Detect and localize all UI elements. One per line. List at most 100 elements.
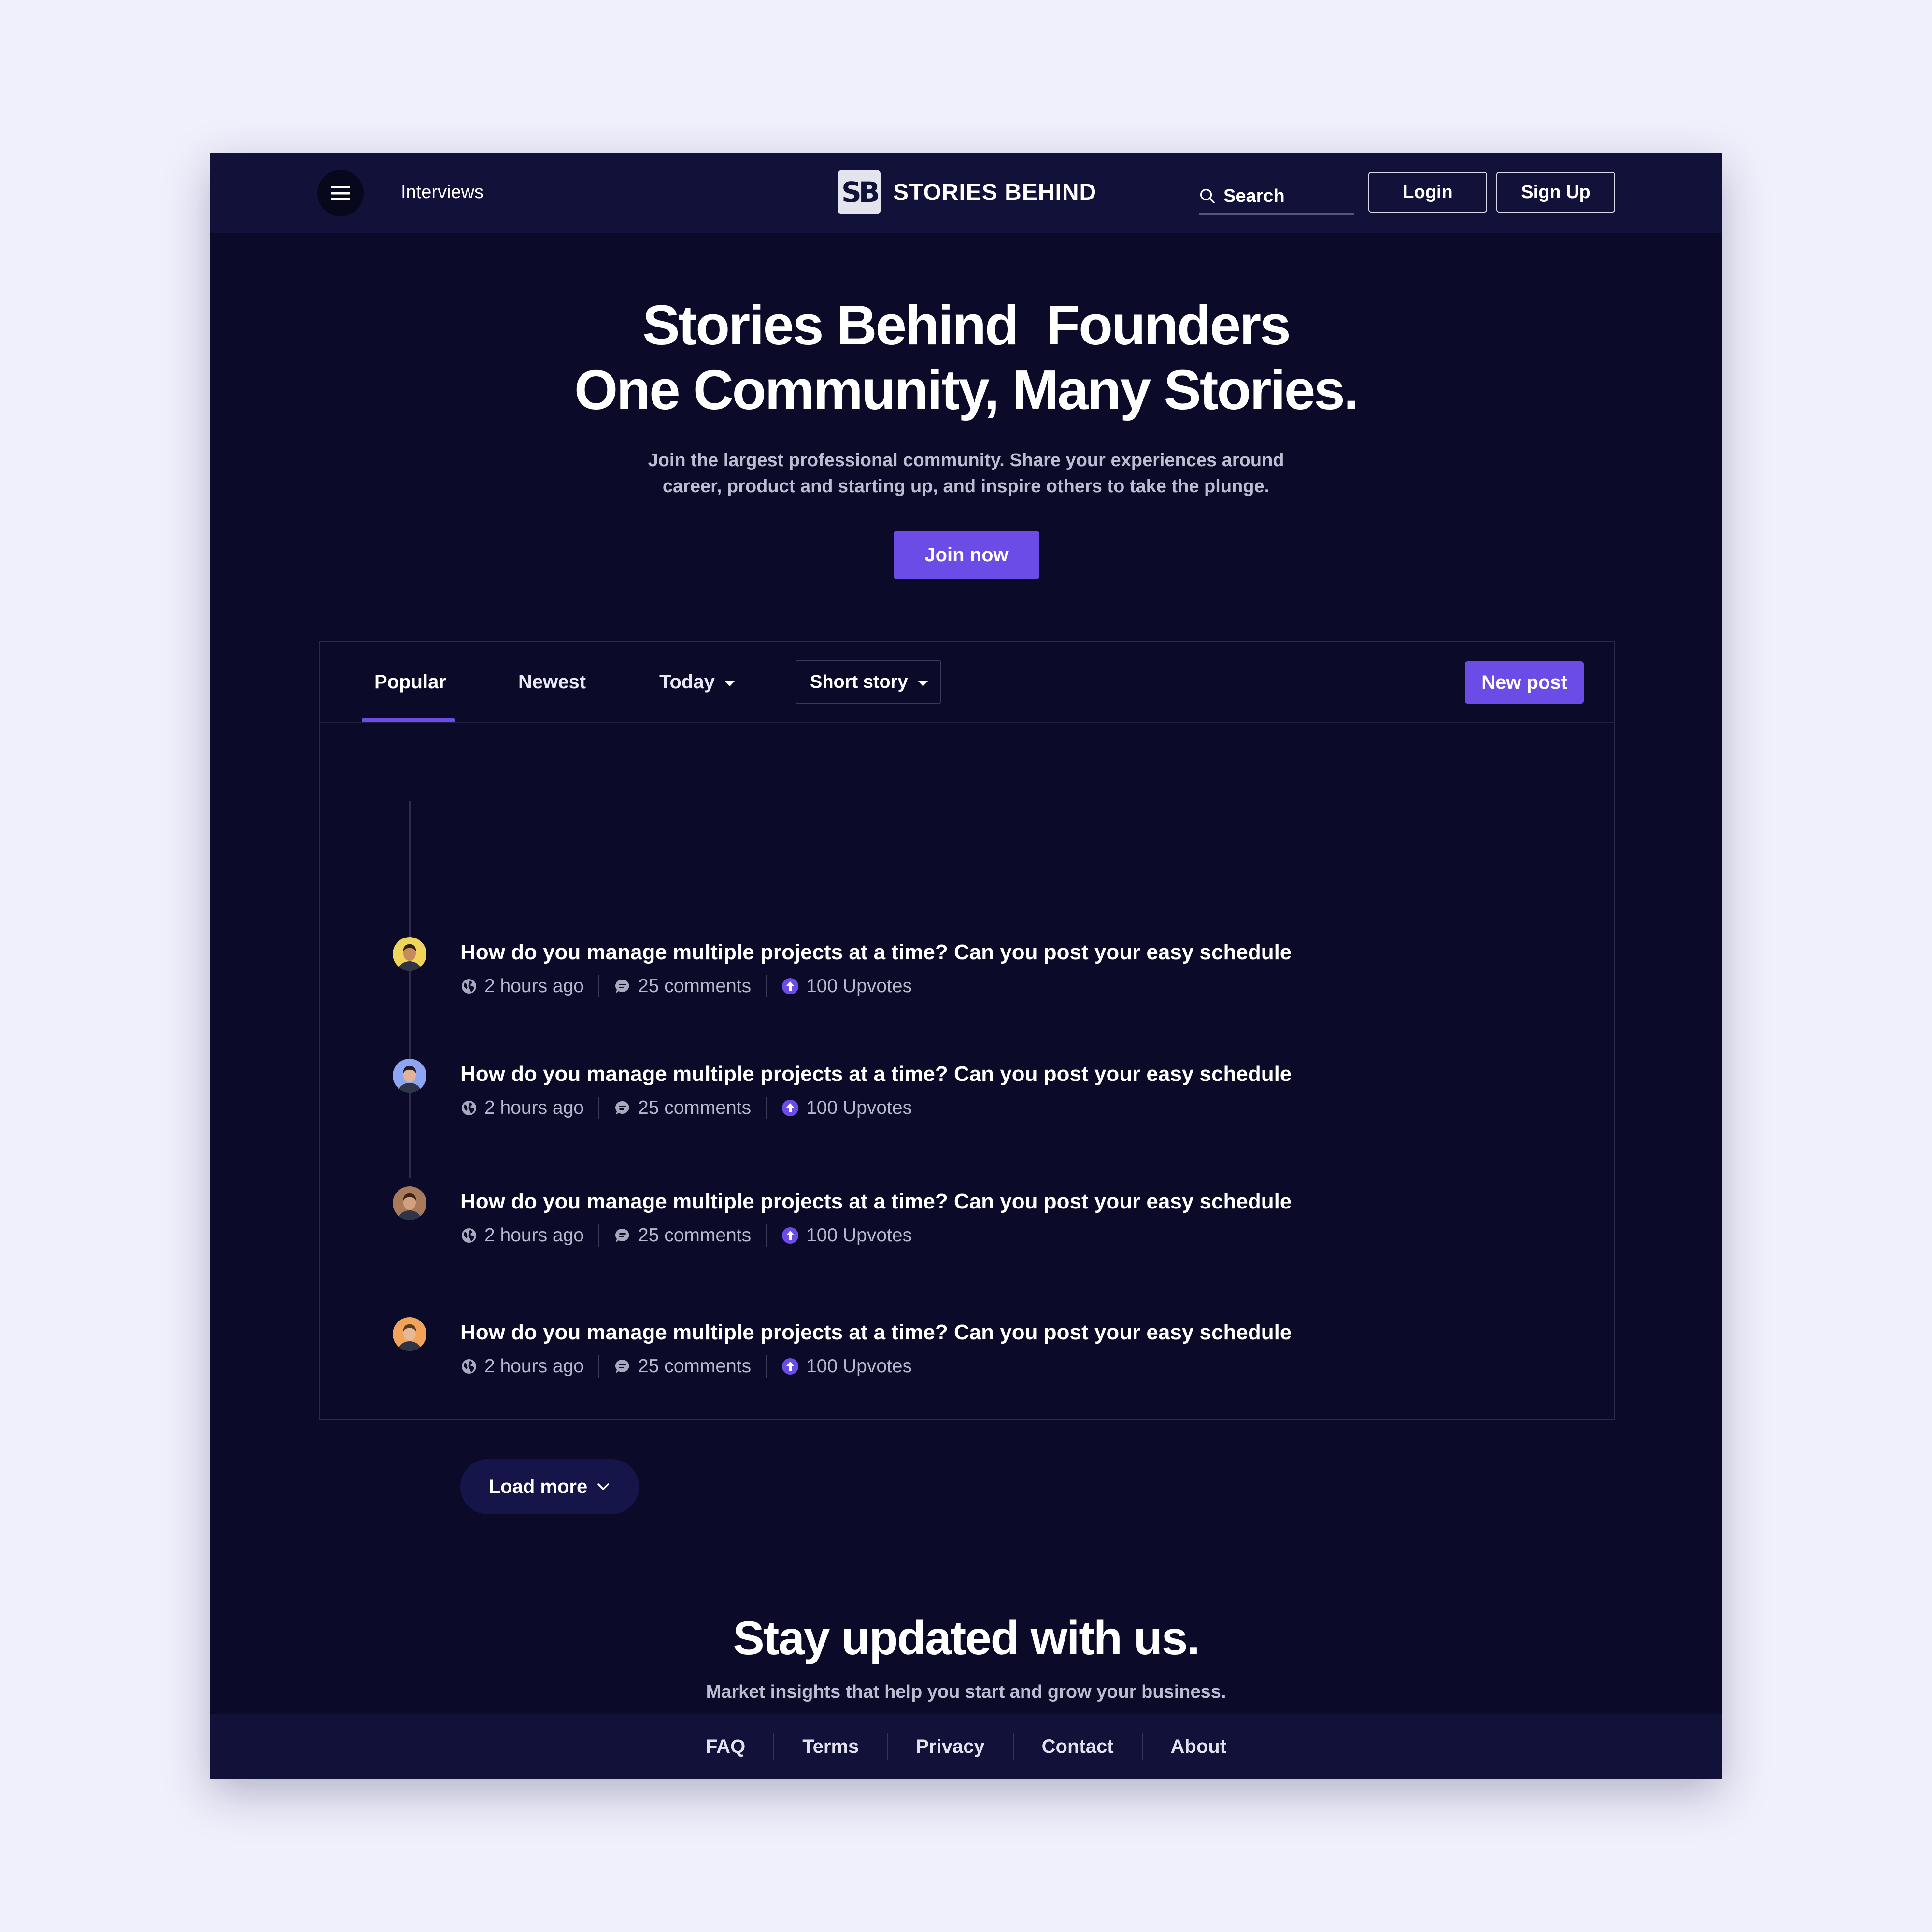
- tab-today-label: Today: [659, 671, 715, 693]
- upvote-arrow-icon: [782, 978, 799, 994]
- post-title[interactable]: How do you manage multiple projects at a…: [460, 1059, 1292, 1090]
- post-time-label: 2 hours ago: [484, 1356, 584, 1377]
- post-upvotes[interactable]: 100 Upvotes: [781, 1225, 912, 1246]
- post-title[interactable]: How do you manage multiple projects at a…: [460, 1317, 1292, 1348]
- post-comments[interactable]: 25 comments: [614, 1356, 751, 1377]
- post-time: 2 hours ago: [460, 1225, 584, 1246]
- post-upvotes-label: 100 Upvotes: [806, 1225, 912, 1246]
- tab-popular[interactable]: Popular: [374, 666, 446, 698]
- footer-divider: [773, 1733, 775, 1760]
- top-navbar: Interviews SB STORIES BEHIND Search Logi…: [210, 153, 1722, 233]
- meta-divider: [598, 1097, 599, 1119]
- avatar[interactable]: [393, 1317, 426, 1351]
- search-icon: [1200, 188, 1215, 203]
- comment-icon: [615, 1228, 629, 1242]
- hero-subtitle-line-2: career, product and starting up, and ins…: [662, 476, 1270, 497]
- post-meta: 2 hours ago 25 comments 100 Upvotes: [460, 973, 912, 1000]
- join-now-button[interactable]: Join now: [894, 531, 1039, 579]
- tab-newest[interactable]: Newest: [518, 666, 586, 698]
- brand-name: STORIES BEHIND: [893, 179, 1097, 205]
- post-item: How do you manage multiple projects at a…: [320, 1059, 1614, 1136]
- app-window: Interviews SB STORIES BEHIND Search Logi…: [210, 153, 1722, 1779]
- user-avatar-icon: [393, 1317, 426, 1351]
- avatar[interactable]: [393, 1059, 426, 1093]
- hero-title-line-2: One Community, Many Stories.: [574, 358, 1359, 421]
- footer-link-privacy[interactable]: Privacy: [916, 1736, 984, 1758]
- tab-today[interactable]: Today: [659, 666, 735, 698]
- post-upvotes[interactable]: 100 Upvotes: [781, 1097, 912, 1119]
- comment-icon: [615, 1101, 629, 1115]
- story-type-select[interactable]: Short story: [796, 660, 941, 704]
- avatar[interactable]: [393, 1186, 426, 1220]
- post-comments-label: 25 comments: [638, 1225, 752, 1246]
- load-more-label: Load more: [488, 1476, 588, 1497]
- meta-divider: [766, 1097, 767, 1119]
- comment-icon: [615, 979, 629, 993]
- active-tab-indicator: [362, 718, 455, 722]
- post-comments[interactable]: 25 comments: [614, 1225, 751, 1246]
- posts-panel: Popular Newest Today Short story New pos…: [319, 641, 1615, 1514]
- post-comments-label: 25 comments: [638, 1097, 752, 1118]
- search-label: Search: [1223, 185, 1285, 206]
- user-avatar-icon: [393, 1186, 426, 1220]
- meta-divider: [598, 1355, 599, 1378]
- login-button[interactable]: Login: [1368, 172, 1487, 213]
- post-upvotes[interactable]: 100 Upvotes: [781, 1356, 912, 1377]
- post-time-label: 2 hours ago: [484, 976, 584, 996]
- meta-divider: [766, 1355, 767, 1378]
- brand[interactable]: SB STORIES BEHIND: [838, 169, 1096, 215]
- hero-subtitle-line-1: Join the largest professional community.…: [648, 450, 1284, 470]
- post-title[interactable]: How do you manage multiple projects at a…: [460, 937, 1292, 968]
- signup-button[interactable]: Sign Up: [1496, 172, 1615, 213]
- meta-divider: [766, 1224, 767, 1247]
- footer-link-contact[interactable]: Contact: [1042, 1736, 1114, 1758]
- footer-divider: [1141, 1733, 1143, 1760]
- caret-down-icon: [917, 681, 928, 686]
- post-item: How do you manage multiple projects at a…: [320, 937, 1614, 1014]
- footer-divider: [887, 1733, 888, 1760]
- footer-link-terms[interactable]: Terms: [802, 1736, 859, 1758]
- footer-divider: [1012, 1733, 1014, 1760]
- feed-tabbar: Popular Newest Today Short story New pos…: [320, 642, 1614, 723]
- post-upvotes-label: 100 Upvotes: [806, 1356, 912, 1377]
- globe-icon: [462, 1359, 476, 1374]
- post-item: How do you manage multiple projects at a…: [320, 1186, 1614, 1264]
- hero-subtitle: Join the largest professional community.…: [597, 447, 1335, 499]
- post-time: 2 hours ago: [460, 1097, 584, 1119]
- nav-link-interviews[interactable]: Interviews: [401, 178, 483, 207]
- hamburger-menu-icon: [331, 186, 350, 200]
- post-time: 2 hours ago: [460, 1356, 584, 1377]
- newsletter-subtitle: Market insights that help you start and …: [706, 1682, 1226, 1702]
- hero-title-line-1: Stories Behind Founders: [642, 294, 1291, 356]
- meta-divider: [766, 975, 767, 997]
- post-title[interactable]: How do you manage multiple projects at a…: [460, 1186, 1292, 1217]
- post-comments[interactable]: 25 comments: [614, 1097, 751, 1119]
- globe-icon: [462, 979, 476, 994]
- meta-divider: [598, 975, 599, 997]
- footer-link-about[interactable]: About: [1171, 1736, 1227, 1758]
- post-comments[interactable]: 25 comments: [614, 976, 751, 997]
- post-time: 2 hours ago: [460, 976, 584, 997]
- post-time-label: 2 hours ago: [484, 1225, 584, 1246]
- user-avatar-icon: [393, 1059, 426, 1093]
- footer: FAQ Terms Privacy Contact About: [210, 1714, 1722, 1779]
- story-type-select-value: Short story: [810, 671, 908, 692]
- newsletter-title: Stay updated with us.: [733, 1611, 1200, 1664]
- menu-button[interactable]: [317, 170, 364, 216]
- new-post-button[interactable]: New post: [1465, 661, 1584, 704]
- post-comments-label: 25 comments: [638, 976, 752, 996]
- post-meta: 2 hours ago 25 comments 100 Upvotes: [460, 1094, 912, 1122]
- post-upvotes-label: 100 Upvotes: [806, 1097, 912, 1118]
- post-upvotes-label: 100 Upvotes: [806, 976, 912, 996]
- hero-title: Stories Behind Founders One Community, M…: [210, 293, 1722, 422]
- post-item: How do you manage multiple projects at a…: [320, 1317, 1614, 1394]
- load-more-button[interactable]: Load more: [460, 1459, 639, 1514]
- post-upvotes[interactable]: 100 Upvotes: [781, 976, 912, 997]
- footer-link-faq[interactable]: FAQ: [706, 1736, 745, 1758]
- globe-icon: [462, 1228, 476, 1243]
- user-avatar-icon: [393, 937, 426, 971]
- brand-logo: SB: [838, 170, 881, 214]
- avatar[interactable]: [393, 937, 426, 971]
- caret-down-icon: [724, 681, 735, 686]
- search-input[interactable]: Search: [1199, 179, 1354, 215]
